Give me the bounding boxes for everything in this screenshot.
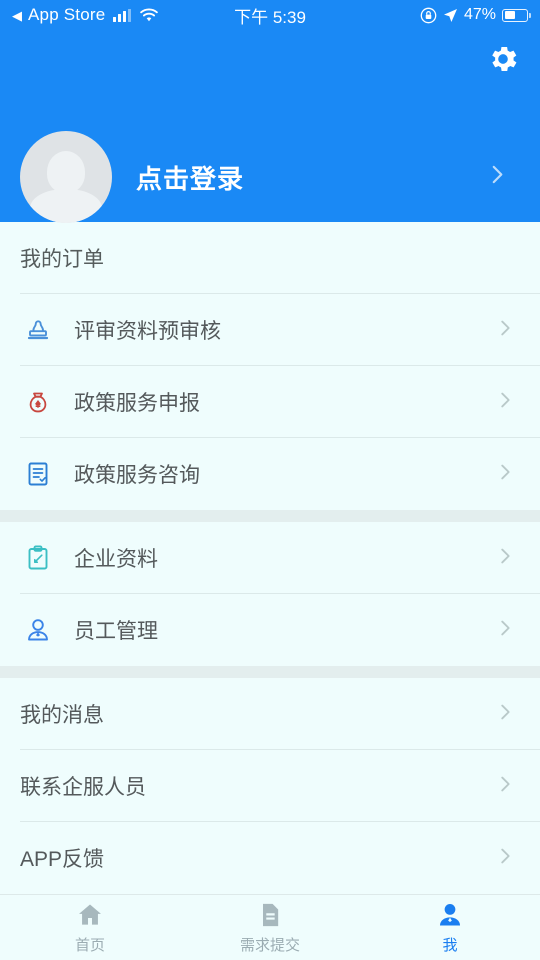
- gear-icon[interactable]: [486, 42, 520, 76]
- menu-item-review-precheck[interactable]: 评审资料预审核: [0, 294, 540, 366]
- status-carrier-label: App Store: [28, 5, 106, 24]
- user-icon: [20, 612, 56, 648]
- battery-percent-label: 47%: [463, 6, 496, 23]
- rotation-lock-icon: [420, 7, 437, 24]
- menu-item-policy-consult[interactable]: 政策服务咨询: [0, 438, 540, 510]
- menu-item-label: 我的消息: [20, 704, 104, 727]
- tab-label: 需求提交: [239, 936, 300, 954]
- tab-label: 我: [442, 936, 458, 954]
- menu-item-company-profile[interactable]: 企业资料: [0, 522, 540, 594]
- status-bar: ◀ App Store 下午 5:39 47%: [0, 0, 540, 30]
- menu-item-my-messages[interactable]: 我的消息: [0, 678, 540, 750]
- menu-item-label: 政策服务咨询: [74, 464, 200, 487]
- menu-item-label: 联系企服人员: [20, 776, 146, 799]
- chevron-right-icon: [494, 701, 516, 728]
- menu-item-label: 企业资料: [74, 548, 158, 571]
- chevron-right-icon: [494, 617, 516, 644]
- menu-group-orders: 我的订单 评审资料预审核 政策服务申报 政策服务咨询: [0, 222, 540, 510]
- document-check-icon: [20, 456, 56, 492]
- clipboard-edit-icon: [20, 540, 56, 576]
- menu-item-label: 员工管理: [74, 620, 158, 643]
- menu-group-misc: 我的消息 联系企服人员 APP反馈: [0, 678, 540, 894]
- chevron-right-icon: [494, 317, 516, 344]
- section-title-orders: 我的订单: [0, 222, 540, 294]
- person-icon: [436, 901, 464, 929]
- wifi-icon: [139, 7, 159, 23]
- chevron-right-icon: [494, 845, 516, 872]
- default-avatar-icon: [20, 131, 112, 223]
- bottom-tab-bar: 首页 需求提交 我: [0, 894, 540, 960]
- chevron-right-icon: [494, 773, 516, 800]
- tab-profile[interactable]: 我: [360, 901, 540, 955]
- menu-item-app-feedback[interactable]: APP反馈: [0, 822, 540, 894]
- money-bag-icon: [20, 384, 56, 420]
- menu-list[interactable]: 我的订单 评审资料预审核 政策服务申报 政策服务咨询 企业资料 员工管理 我的消…: [0, 222, 540, 894]
- tab-label: 首页: [74, 936, 105, 954]
- menu-group-company: 企业资料 员工管理: [0, 522, 540, 666]
- status-bar-left: ◀ App Store: [12, 5, 159, 25]
- chevron-right-icon: [484, 162, 510, 193]
- app-screen: ◀ App Store 下午 5:39 47% 点击登录 我的订单 评审资料预审…: [0, 0, 540, 960]
- battery-icon: [502, 8, 531, 22]
- tab-request-submit[interactable]: 需求提交: [180, 901, 360, 955]
- status-bar-right: 47%: [420, 6, 531, 24]
- tab-home[interactable]: 首页: [0, 901, 180, 955]
- cellular-signal-icon: [113, 8, 132, 22]
- menu-item-contact-support[interactable]: 联系企服人员: [0, 750, 540, 822]
- login-label: 点击登录: [136, 163, 245, 194]
- document-icon: [256, 901, 284, 929]
- profile-header: 点击登录: [0, 30, 540, 223]
- menu-item-label: 评审资料预审核: [74, 320, 221, 343]
- location-arrow-icon: [443, 8, 458, 23]
- menu-item-label: 政策服务申报: [74, 392, 200, 415]
- home-icon: [76, 901, 104, 929]
- menu-item-policy-apply[interactable]: 政策服务申报: [0, 366, 540, 438]
- stamp-icon: [20, 312, 56, 348]
- back-triangle-icon[interactable]: ◀: [12, 9, 22, 22]
- chevron-right-icon: [494, 461, 516, 488]
- login-row[interactable]: 点击登录: [20, 131, 520, 223]
- chevron-right-icon: [494, 389, 516, 416]
- menu-item-staff-management[interactable]: 员工管理: [0, 594, 540, 666]
- chevron-right-icon: [494, 545, 516, 572]
- menu-item-label: APP反馈: [20, 848, 105, 871]
